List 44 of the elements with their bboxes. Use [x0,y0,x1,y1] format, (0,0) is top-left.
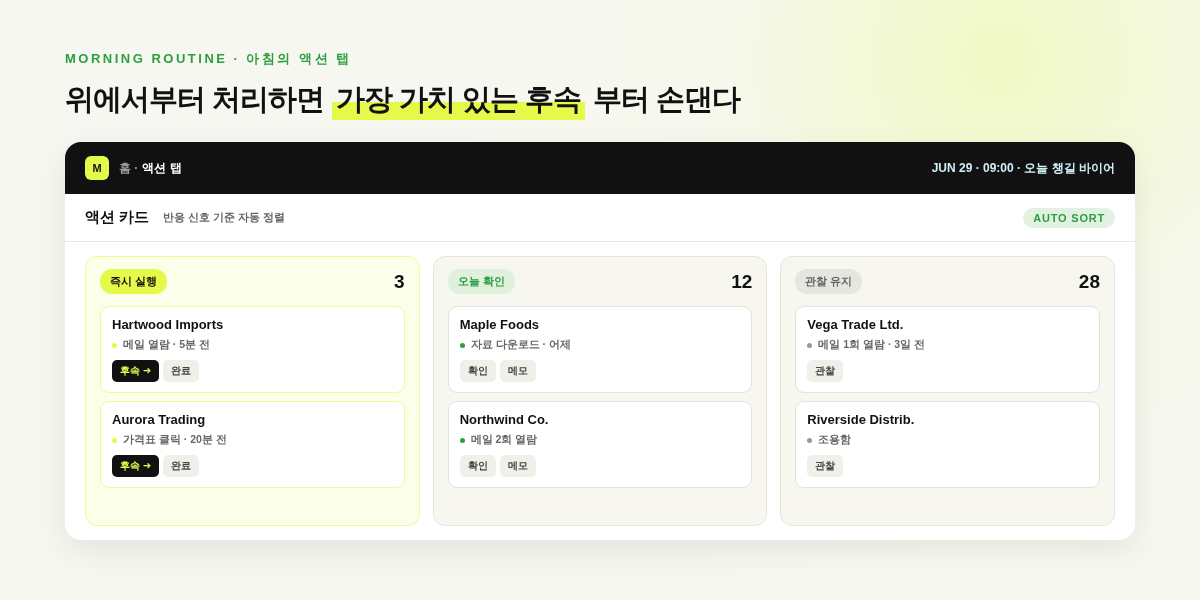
action-button[interactable]: 확인 [459,455,496,477]
action-button[interactable]: 완료 [163,360,200,382]
section-title: 액션 카드 [85,208,150,227]
company-name: Northwind Co. [459,412,550,427]
company-name: Maple Foods [459,317,541,332]
action-button[interactable]: 관찰 [807,455,844,477]
action-button[interactable]: 완료 [163,455,200,477]
action-card[interactable]: Hartwood Imports 메일 열람 · 5분 전 후속 ➜ 완료 [100,306,405,393]
action-button[interactable]: 메모 [499,455,536,477]
breadcrumb-link[interactable]: 홈 · [119,159,139,177]
logo: M [85,156,109,180]
column-count: 3 [394,270,405,293]
signal-text: 조용함 [818,433,852,447]
action-card[interactable]: Maple Foods 자료 다운로드 · 어제 확인 메모 [447,306,753,393]
signal-text: 메일 열람 · 5분 전 [123,338,210,352]
headline-text: 위에서부터 처리하면 [65,82,325,117]
action-card[interactable]: Vega Trade Ltd. 메일 1회 열람 · 3일 전 관찰 [795,306,1100,393]
breadcrumb-current: 액션 탭 [142,159,182,177]
company-name: Hartwood Imports [112,317,225,332]
action-button[interactable]: 메모 [499,360,536,382]
column-tag: 즉시 실행 [100,269,168,294]
signal-text: 자료 다운로드 · 어제 [470,338,571,352]
follow-up-button[interactable]: 후속 ➜ [112,455,160,477]
headline-text: 부터 손댄다 [593,82,741,117]
column-tag: 오늘 확인 [447,269,515,294]
auto-sort-badge: AUTO SORT [1023,207,1115,228]
status-text: JUN 29 · 09:00 · 오늘 챙길 바이어 [931,159,1115,177]
action-card[interactable]: Riverside Distrib. 조용함 관찰 [795,401,1100,488]
company-name: Aurora Trading [112,412,207,427]
action-card[interactable]: Northwind Co. 메일 2회 열람 확인 메모 [447,401,753,488]
column-tag: 관찰 유지 [795,269,863,294]
signal-text: 가격표 클릭 · 20분 전 [123,433,227,447]
action-card[interactable]: Aurora Trading 가격표 클릭 · 20분 전 후속 ➜ 완료 [100,401,405,488]
signal-text: 메일 2회 열람 [470,433,538,447]
company-name: Vega Trade Ltd. [807,317,905,332]
eyebrow-text: MORNING ROUTINE · 아침의 액션 탭 [65,50,352,68]
company-name: Riverside Distrib. [807,412,916,427]
column-count: 12 [731,270,753,293]
action-button[interactable]: 확인 [459,360,496,382]
section-subtitle: 반응 신호 기준 자동 정렬 [163,210,286,225]
follow-up-button[interactable]: 후속 ➜ [112,360,160,382]
action-button[interactable]: 관찰 [807,360,844,382]
signal-text: 메일 1회 열람 · 3일 전 [818,338,926,352]
column-count: 28 [1078,270,1100,293]
